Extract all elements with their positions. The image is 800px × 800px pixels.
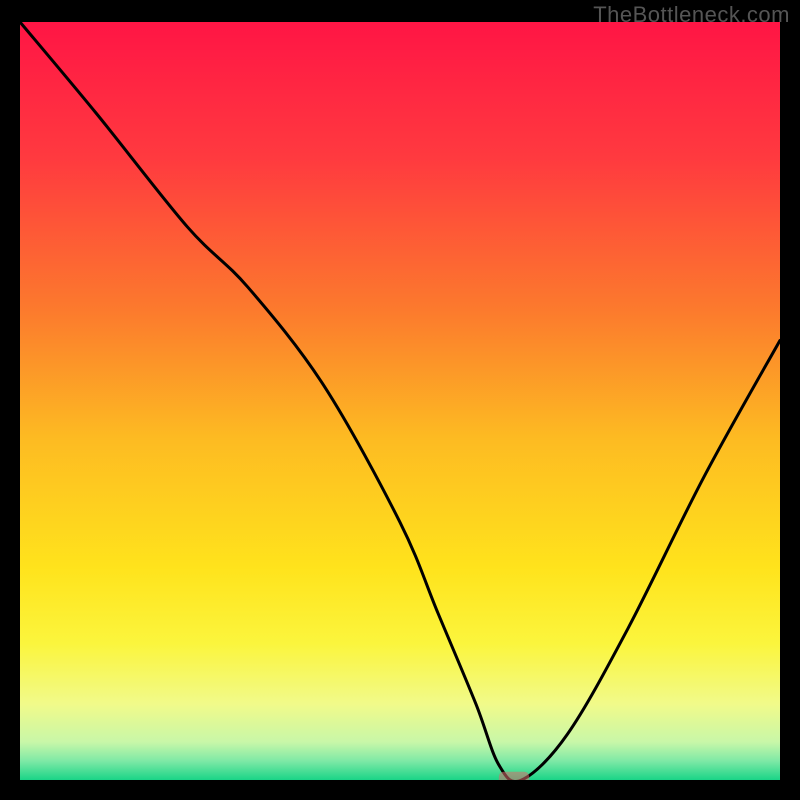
chart-frame: TheBottleneck.com	[0, 0, 800, 800]
plot-area	[20, 22, 780, 780]
chart-background	[20, 22, 780, 780]
optimal-marker	[499, 772, 529, 780]
chart-svg	[20, 22, 780, 780]
watermark-label: TheBottleneck.com	[593, 2, 790, 28]
